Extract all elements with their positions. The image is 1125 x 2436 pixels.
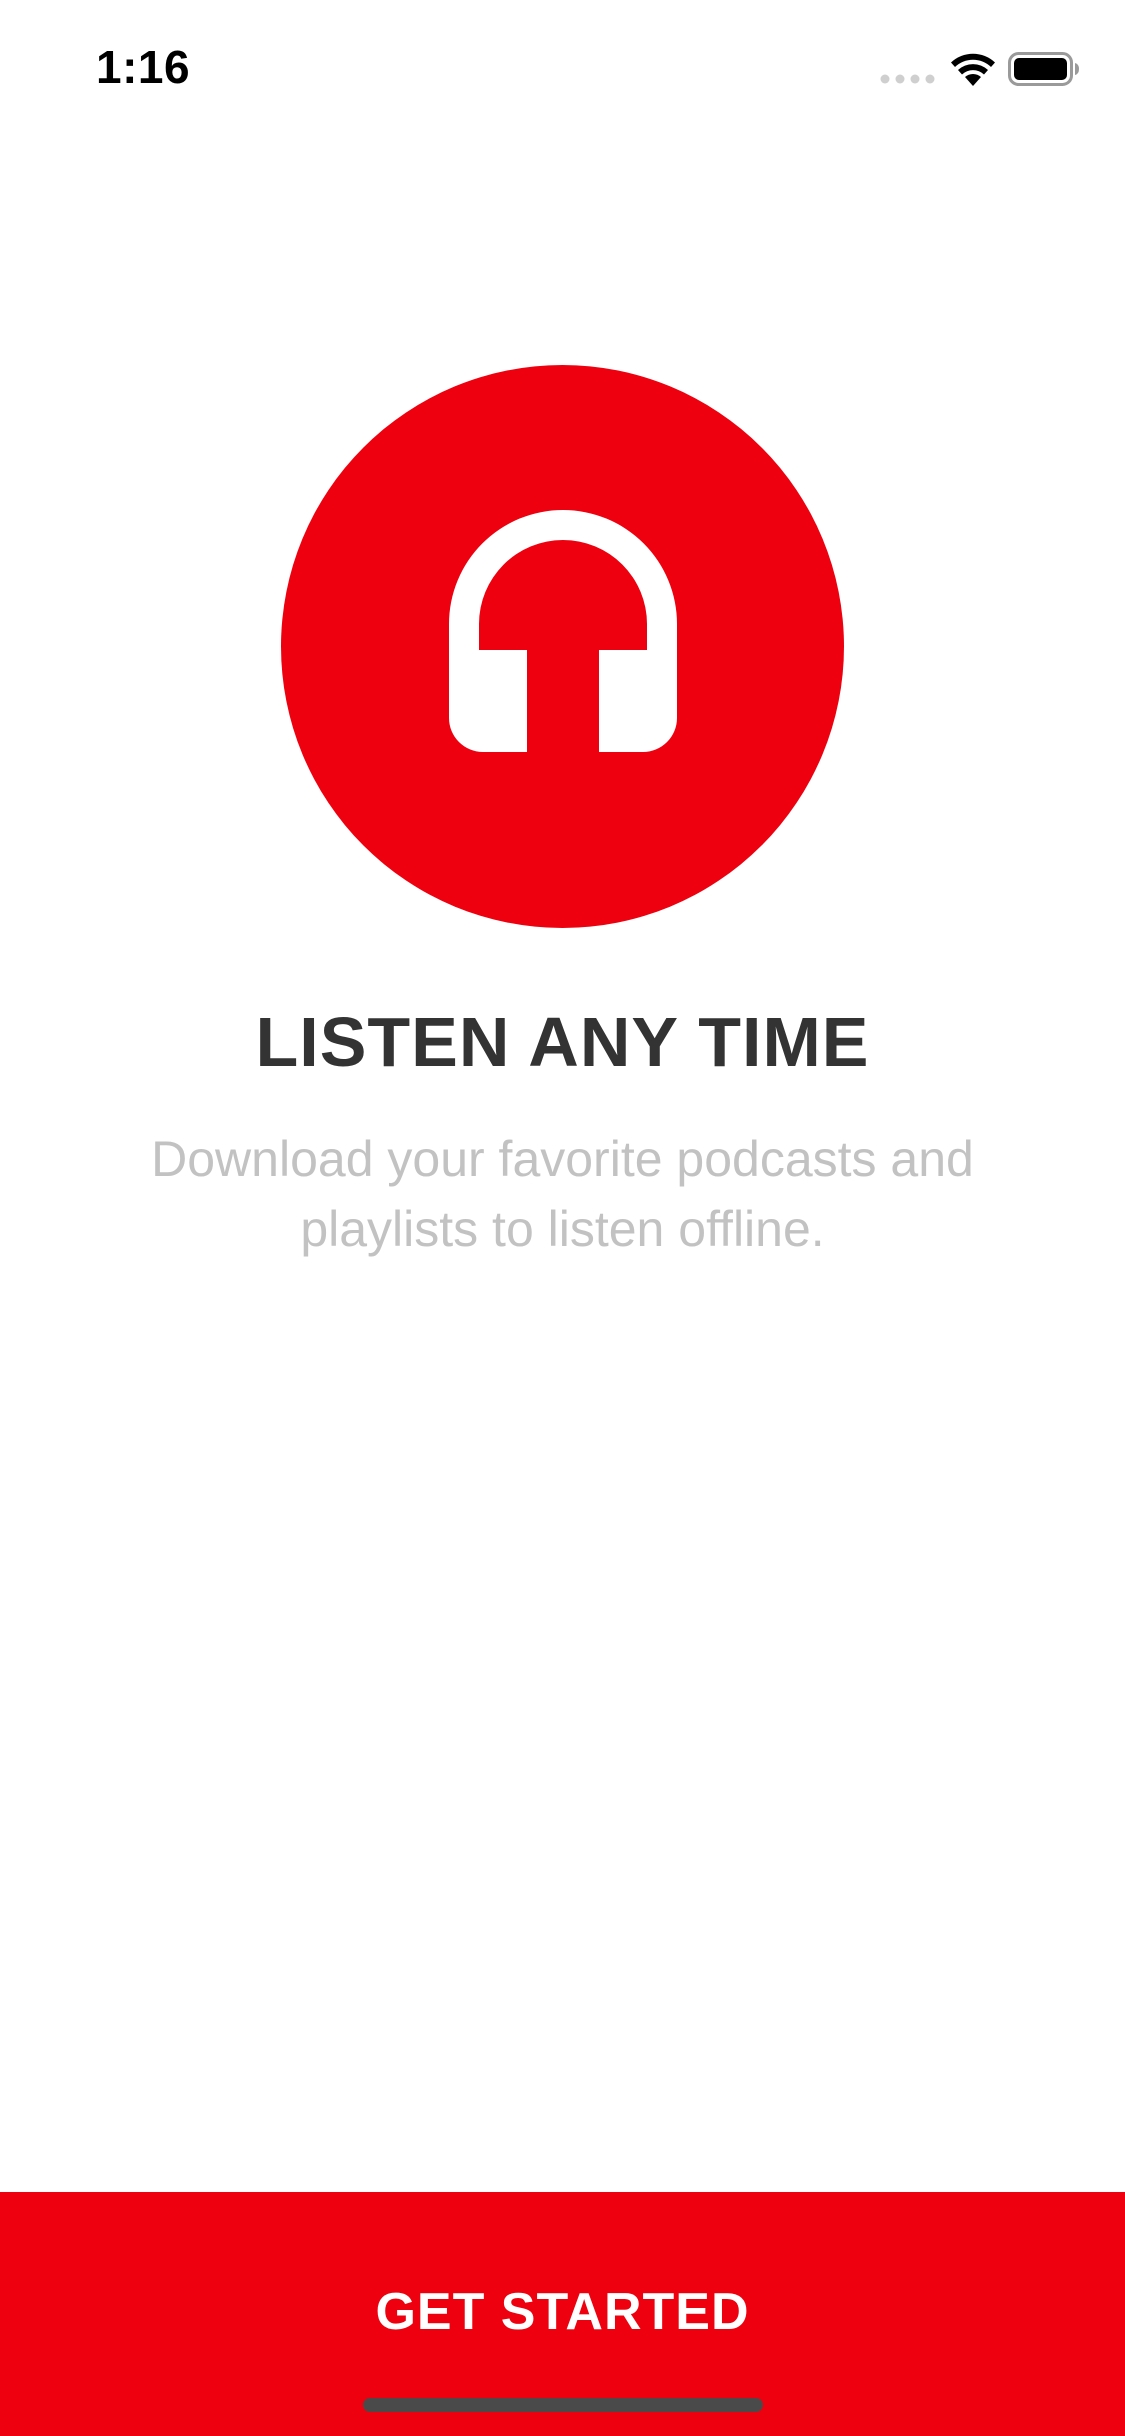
page-description: Download your favorite podcasts and play… xyxy=(151,1131,974,1257)
onboarding-screen: 1:16 LISTEN ANY TIME Download your favor… xyxy=(0,0,1125,2436)
signal-dots-icon xyxy=(880,74,935,84)
page-title: LISTEN ANY TIME xyxy=(255,1003,870,1081)
wifi-icon xyxy=(951,53,995,86)
status-bar: 1:16 xyxy=(0,0,1125,132)
battery-icon xyxy=(1008,52,1079,86)
home-indicator xyxy=(363,2398,763,2412)
status-time: 1:16 xyxy=(96,41,191,93)
headphones-icon xyxy=(449,510,677,752)
get-started-button[interactable]: GET STARTED xyxy=(0,2192,1125,2436)
get-started-label: GET STARTED xyxy=(375,2283,750,2341)
